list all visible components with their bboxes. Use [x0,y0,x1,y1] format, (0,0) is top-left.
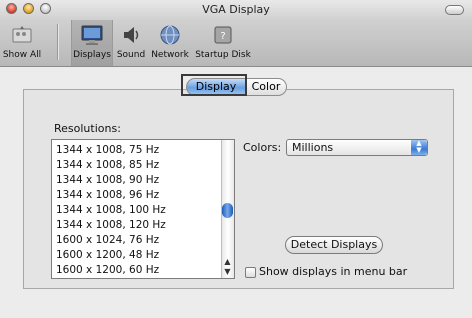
toolbar-sound[interactable]: Sound [115,20,147,66]
toolbar-network[interactable]: Network [150,20,190,66]
toolbar-displays[interactable]: Displays [71,20,113,66]
title-bar[interactable]: VGA Display [0,0,472,20]
system-preferences-window: VGA Display Show All Displays Sound Netw… [0,0,472,318]
toolbar-toggle-button[interactable] [445,5,464,15]
toolbar-separator [57,24,58,60]
speaker-icon [124,27,139,43]
show-in-menu-bar-checkbox[interactable] [245,267,256,278]
resolution-list-item[interactable]: 1344 x 1008, 90 Hz [56,174,159,186]
svg-text:?: ? [220,31,225,42]
resolution-list-item[interactable]: 1344 x 1008, 120 Hz [56,219,166,231]
display-icon [81,25,103,45]
resolution-list-item[interactable]: 1600 x 1024, 76 Hz [56,234,159,246]
scroll-up-arrow-icon[interactable]: ▲ [222,257,233,267]
colors-label: Colors: [243,141,282,154]
resolution-list-item[interactable]: 1344 x 1008, 85 Hz [56,159,159,171]
popup-arrows-icon: ▲ ▼ [411,140,427,155]
toolbar-label-sound: Sound [116,50,146,60]
resolution-list-item[interactable]: 1600 x 1200, 48 Hz [56,249,159,261]
disk-icon: ? [214,26,232,44]
resolutions-label: Resolutions: [54,122,121,135]
scroll-down-arrow-icon[interactable]: ▼ [222,267,233,277]
toolbar-label-show-all: Show All [2,50,42,60]
resolution-list-item[interactable]: 1600 x 1200, 60 Hz [56,264,159,276]
resolution-list-item[interactable]: 1344 x 1008, 96 Hz [56,189,159,201]
globe-icon [160,25,180,45]
resolution-list-item[interactable]: 1344 x 1008, 75 Hz [56,144,159,156]
colors-popup-menu[interactable]: Millions ▲ ▼ [286,139,428,156]
resolutions-list[interactable]: 1344 x 1008, 75 Hz 1344 x 1008, 85 Hz 1344… [51,139,235,279]
show-in-menu-bar-label[interactable]: Show displays in menu bar [259,265,407,278]
toolbar-label-startup-disk: Startup Disk [195,50,251,60]
toolbar-label-network: Network [151,50,189,60]
toolbar-label-displays: Displays [73,50,111,60]
resolution-list-item[interactable]: 1344 x 1008, 100 Hz [56,204,166,216]
toolbar-show-all[interactable]: Show All [0,20,44,66]
scrollbar-thumb[interactable] [222,203,233,218]
show-all-icon [12,26,32,43]
tab-color[interactable]: Color [245,78,287,96]
colors-selected-value: Millions [292,141,334,154]
tab-focus-outline [181,74,247,96]
detect-displays-button[interactable]: Detect Displays [285,236,383,254]
window-title: VGA Display [202,3,270,16]
toolbar-startup-disk[interactable]: ? Startup Disk [193,20,253,66]
toolbar: Show All Displays Sound Network ? Startu… [0,20,472,67]
